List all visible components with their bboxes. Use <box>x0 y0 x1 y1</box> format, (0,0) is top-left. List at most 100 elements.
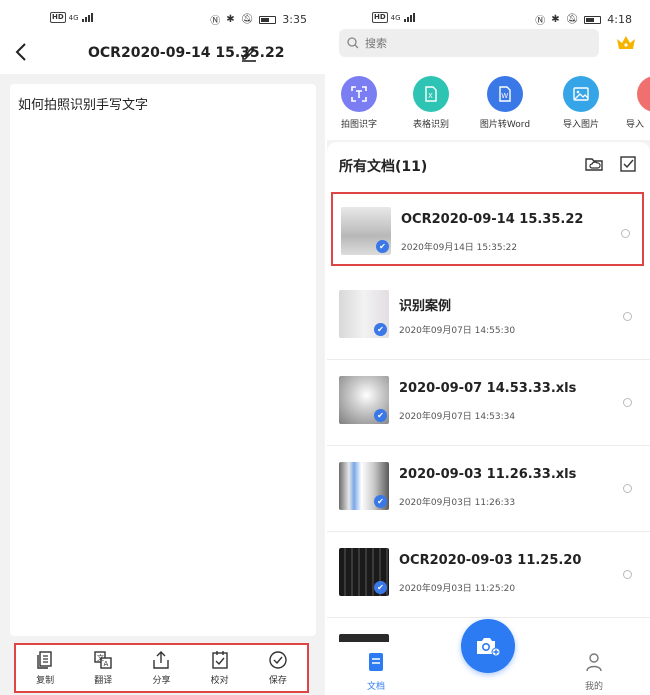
nav-me-label: 我的 <box>585 682 604 692</box>
list-heading: 所有文档(11) <box>339 159 428 175</box>
search-bar[interactable] <box>339 29 599 57</box>
feature-label: 导入 <box>626 120 645 130</box>
save-button[interactable]: 保存 <box>268 650 288 686</box>
document-name: 2020-09-03 11.26.33.xls <box>399 467 577 482</box>
document-thumbnail: ✔ <box>339 462 389 510</box>
check-icon: ✔ <box>374 409 387 422</box>
import-icon <box>637 76 650 112</box>
feature-table-ocr[interactable]: X 表格识别 <box>396 76 466 130</box>
chevron-left-icon <box>15 43 26 61</box>
battery-icon <box>584 15 602 24</box>
feature-shortcuts: 拍图识字 X 表格识别 W 图片转Word 导入图片 导入 <box>327 76 650 136</box>
nfc-icon: Ⓝ <box>535 16 546 27</box>
status-right: Ⓝ ✱ 🔕︎ 3:35 <box>210 12 307 27</box>
top-section: HD 4G Ⓝ ✱ 🔕︎ 4:18 拍图识字 <box>327 0 650 140</box>
document-date: 2020年09月14日 15:35:22 <box>401 243 518 253</box>
recognized-text-area[interactable]: 如何拍照识别手写文字 <box>10 84 316 636</box>
status-time: 4:18 <box>607 13 632 26</box>
network-label: 4G <box>68 13 79 22</box>
feature-label: 导入图片 <box>562 120 599 130</box>
document-name: 识别案例 <box>399 299 452 314</box>
feature-label: 表格识别 <box>412 120 449 130</box>
mute-icon: 🔕︎ <box>240 14 254 25</box>
select-radio[interactable] <box>621 229 630 238</box>
back-button[interactable] <box>14 42 28 68</box>
svg-text:W: W <box>501 92 508 100</box>
select-radio[interactable] <box>623 484 632 493</box>
save-label: 保存 <box>268 676 287 686</box>
search-input[interactable] <box>365 36 565 50</box>
document-date: 2020年09月07日 14:55:30 <box>399 326 516 336</box>
battery-icon <box>259 15 277 24</box>
list-item[interactable]: ✔ OCR2020-09-14 15.35.22 2020年09月14日 15:… <box>331 192 644 266</box>
nav-me[interactable]: 我的 <box>585 652 603 692</box>
camera-plus-icon <box>477 638 501 657</box>
list-item[interactable]: ✔ 识别案例 2020年09月07日 14:55:30 <box>327 274 650 360</box>
excel-icon: X <box>413 76 449 112</box>
result-toolbar: 复制 文A 翻译 分享 校对 保存 <box>14 643 309 693</box>
translate-button[interactable]: 文A 翻译 <box>93 650 113 686</box>
signal-icon <box>403 13 415 22</box>
bluetooth-icon: ✱ <box>551 14 560 25</box>
list-item[interactable]: ✔ 2020-09-07 14.53.33.xls 2020年09月07日 14… <box>327 360 650 446</box>
camera-button[interactable] <box>461 619 515 673</box>
nav-documents[interactable]: 文档 <box>367 652 385 692</box>
result-header: OCR2020-09-14 15.35.22 <box>0 36 325 74</box>
status-right: Ⓝ ✱ 🔕︎ 4:18 <box>535 12 632 27</box>
proofread-icon <box>211 651 228 669</box>
signal-icon <box>81 13 93 22</box>
vip-crown-icon[interactable] <box>615 33 637 53</box>
list-item[interactable]: ✔ OCR2020-09-03 11.25.20 2020年09月03日 11:… <box>327 532 650 618</box>
feature-photo-ocr[interactable]: 拍图识字 <box>327 76 394 130</box>
list-actions <box>584 154 638 174</box>
document-icon <box>369 653 383 671</box>
bottom-navigation: 文档 我的 <box>327 619 650 695</box>
search-icon <box>347 37 359 49</box>
select-radio[interactable] <box>623 570 632 579</box>
document-list: 所有文档(11) ✔ OCR2020-09-14 15.35.22 2020年0… <box>327 142 650 682</box>
cloud-folder-icon[interactable] <box>584 154 604 174</box>
copy-label: 复制 <box>36 676 55 686</box>
feature-label: 拍图识字 <box>340 120 377 130</box>
list-item[interactable]: ✔ 2020-09-03 11.26.33.xls 2020年09月03日 11… <box>327 446 650 532</box>
share-label: 分享 <box>152 676 171 686</box>
scan-text-icon <box>341 76 377 112</box>
document-thumbnail: ✔ <box>339 548 389 596</box>
translate-icon: 文A <box>94 651 112 669</box>
nav-documents-label: 文档 <box>367 682 386 692</box>
document-thumbnail: ✔ <box>339 290 389 338</box>
edit-icon[interactable] <box>240 44 258 62</box>
check-icon: ✔ <box>374 581 387 594</box>
feature-label: 图片转Word <box>479 120 531 130</box>
document-date: 2020年09月03日 11:26:33 <box>399 498 516 508</box>
bluetooth-icon: ✱ <box>226 14 235 25</box>
document-name: 2020-09-07 14.53.33.xls <box>399 381 577 396</box>
proofread-button[interactable]: 校对 <box>210 650 230 686</box>
status-time: 3:35 <box>282 13 307 26</box>
share-button[interactable]: 分享 <box>151 650 171 686</box>
person-icon <box>586 653 602 672</box>
copy-button[interactable]: 复制 <box>35 650 55 686</box>
check-icon: ✔ <box>374 495 387 508</box>
proofread-label: 校对 <box>210 676 229 686</box>
feature-import[interactable]: 导入 <box>620 76 650 130</box>
feature-import-image[interactable]: 导入图片 <box>546 76 616 130</box>
recognized-text[interactable]: 如何拍照识别手写文字 <box>18 94 308 113</box>
status-left: HD 4G <box>372 12 415 23</box>
multi-select-icon[interactable] <box>618 154 638 174</box>
image-icon <box>563 76 599 112</box>
svg-text:X: X <box>428 92 433 100</box>
share-icon <box>153 651 170 669</box>
feature-image-to-word[interactable]: W 图片转Word <box>470 76 540 130</box>
select-radio[interactable] <box>623 312 632 321</box>
status-bar: HD 4G Ⓝ ✱ 🔕︎ 3:35 <box>0 0 325 36</box>
copy-icon <box>37 651 52 669</box>
document-name: OCR2020-09-03 11.25.20 <box>399 553 582 568</box>
documents-screen: HD 4G Ⓝ ✱ 🔕︎ 4:18 拍图识字 <box>327 0 650 695</box>
translate-label: 翻译 <box>94 676 113 686</box>
select-radio[interactable] <box>623 398 632 407</box>
document-thumbnail: ✔ <box>339 376 389 424</box>
document-date: 2020年09月07日 14:53:34 <box>399 412 516 422</box>
ocr-result-screen: HD 4G Ⓝ ✱ 🔕︎ 3:35 OCR2020-09-14 15.35.22… <box>0 0 325 695</box>
mute-icon: 🔕︎ <box>565 14 579 25</box>
